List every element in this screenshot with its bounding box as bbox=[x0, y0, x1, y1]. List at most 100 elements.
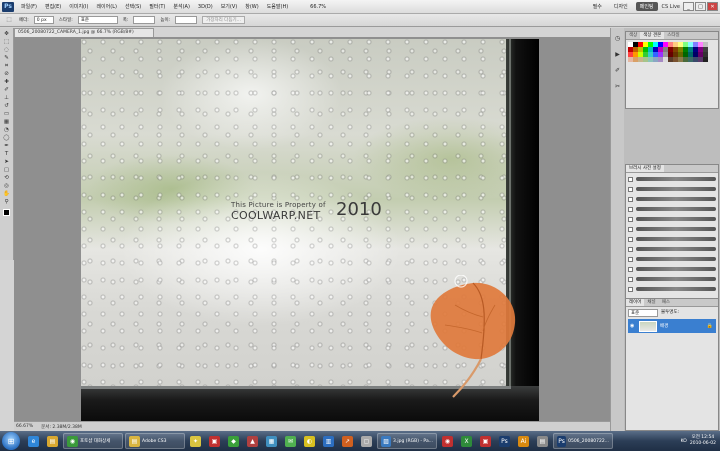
swatch-cell[interactable] bbox=[703, 57, 708, 62]
taskbar-item[interactable]: ▢ bbox=[358, 433, 375, 449]
taskbar-item[interactable]: Ps bbox=[496, 433, 513, 449]
brush-preset-row[interactable] bbox=[628, 206, 716, 212]
type-tool-icon[interactable]: T bbox=[2, 151, 12, 158]
taskbar-item[interactable]: ▤ bbox=[534, 433, 551, 449]
menu-3d[interactable]: 3D(D) bbox=[194, 4, 217, 10]
foreground-color-swatch[interactable] bbox=[3, 209, 10, 216]
path-select-tool-icon[interactable]: ➤ bbox=[2, 159, 12, 166]
taskbar-item[interactable]: ▣ bbox=[206, 433, 223, 449]
taskbar-item[interactable]: ▣ bbox=[477, 433, 494, 449]
language-indicator[interactable]: KO bbox=[681, 439, 687, 444]
marquee-tool-icon[interactable]: ⬚ bbox=[2, 39, 12, 46]
brush-preset-row[interactable] bbox=[628, 236, 716, 242]
hand-tool-icon[interactable]: ✋ bbox=[2, 191, 12, 198]
menu-help[interactable]: 도움말(H) bbox=[263, 3, 292, 10]
document-tab[interactable]: 0506_20080722_CAMERA_1.jpg @ 66.7% (RGB/… bbox=[14, 28, 154, 37]
brush-preset-row[interactable] bbox=[628, 226, 716, 232]
style-select[interactable]: 표준 bbox=[77, 16, 118, 24]
taskbar-item[interactable]: ↗ bbox=[339, 433, 356, 449]
taskbar-item[interactable]: ◉ 포토샵 대화상세 bbox=[63, 433, 123, 449]
dodge-tool-icon[interactable]: ◯ bbox=[2, 135, 12, 142]
image-canvas[interactable]: This Picture is Property of COOLWARP.NET… bbox=[81, 39, 539, 421]
tab-styles[interactable]: 스타일 bbox=[664, 32, 682, 39]
taskbar-item[interactable]: X bbox=[458, 433, 475, 449]
tab-color[interactable]: 색상 bbox=[626, 32, 640, 39]
close-button[interactable]: ✕ bbox=[707, 2, 718, 11]
move-tool-icon[interactable]: ✥ bbox=[2, 31, 12, 38]
zoom-dropdown[interactable]: 66.7% bbox=[306, 4, 330, 10]
tab-paths[interactable]: 패스 bbox=[659, 299, 673, 306]
brush-tool-icon[interactable]: ✐ bbox=[2, 87, 12, 94]
eye-icon[interactable]: ◉ bbox=[630, 323, 636, 329]
pen-tool-icon[interactable]: ✒ bbox=[2, 143, 12, 150]
3d-rotate-tool-icon[interactable]: ⟲ bbox=[2, 175, 12, 182]
menu-filter[interactable]: 필터(T) bbox=[145, 3, 169, 10]
brush-preset-row[interactable] bbox=[628, 176, 716, 182]
history-icon[interactable]: ◷ bbox=[613, 34, 622, 43]
menu-select[interactable]: 선택(S) bbox=[121, 3, 145, 10]
taskbar-item[interactable]: ✉ bbox=[282, 433, 299, 449]
taskbar-item[interactable]: ▥ bbox=[320, 433, 337, 449]
taskbar-item[interactable]: ▲ bbox=[244, 433, 261, 449]
height-input[interactable] bbox=[175, 16, 198, 24]
taskbar-item[interactable]: ◉ bbox=[439, 433, 456, 449]
taskbar-item[interactable]: ▨ 3.jpg (RGB) - Pa... bbox=[377, 433, 437, 449]
taskbar-item[interactable]: Ai bbox=[515, 433, 532, 449]
menu-analysis[interactable]: 분석(A) bbox=[169, 3, 194, 10]
minimize-button[interactable]: _ bbox=[683, 2, 694, 11]
workspace-painting[interactable]: 페인팅 bbox=[635, 2, 658, 11]
taskbar-item[interactable]: ▤ Adobe CS3 bbox=[125, 433, 185, 449]
shape-tool-icon[interactable]: ▢ bbox=[2, 167, 12, 174]
lasso-tool-icon[interactable]: ◌ bbox=[2, 47, 12, 54]
brush-preset-row[interactable] bbox=[628, 276, 716, 282]
actions-icon[interactable]: ▶ bbox=[613, 50, 622, 59]
cs-live-button[interactable]: CS Live bbox=[662, 4, 680, 10]
brush-preset-row[interactable] bbox=[628, 256, 716, 262]
feather-input[interactable]: 0 px bbox=[33, 16, 54, 24]
zoom-tool-icon[interactable]: ⚲ bbox=[2, 199, 12, 206]
tab-channels[interactable]: 채널 bbox=[644, 299, 658, 306]
brush-preset-row[interactable] bbox=[628, 216, 716, 222]
menu-edit[interactable]: 편집(E) bbox=[41, 3, 65, 10]
eyedropper-tool-icon[interactable]: ⊘ bbox=[2, 71, 12, 78]
brush-preset-row[interactable] bbox=[628, 266, 716, 272]
brush-preset-row[interactable] bbox=[628, 196, 716, 202]
menu-file[interactable]: 파일(F) bbox=[17, 3, 41, 10]
workspace-essentials[interactable]: 필수 bbox=[589, 2, 606, 11]
layer-row[interactable]: ◉ 배경 🔒 bbox=[628, 319, 716, 333]
workspace-design[interactable]: 디자인 bbox=[610, 2, 632, 11]
menu-window[interactable]: 창(W) bbox=[241, 3, 262, 10]
eraser-tool-icon[interactable]: ▭ bbox=[2, 111, 12, 118]
taskbar-item[interactable]: ▤ bbox=[44, 433, 61, 449]
taskbar-item[interactable]: ◆ bbox=[225, 433, 242, 449]
status-zoom[interactable]: 66.67% bbox=[16, 424, 33, 429]
brush-preset-row[interactable] bbox=[628, 246, 716, 252]
marquee-tool-icon[interactable]: ⬚ bbox=[4, 17, 14, 24]
history-brush-tool-icon[interactable]: ↺ bbox=[2, 103, 12, 110]
crop-tool-icon[interactable]: ⌗ bbox=[2, 63, 12, 70]
gradient-tool-icon[interactable]: ▦ bbox=[2, 119, 12, 126]
tool-presets-icon[interactable]: ✂ bbox=[613, 82, 622, 91]
tab-brush-presets[interactable]: 브러시 사전 설정 bbox=[626, 165, 664, 172]
clock[interactable]: 오전 12:54 2010-06-02 bbox=[690, 435, 716, 447]
3d-orbit-tool-icon[interactable]: ◎ bbox=[2, 183, 12, 190]
brush-icon[interactable]: ✐ bbox=[613, 66, 622, 75]
tab-swatches[interactable]: 색상 견본 bbox=[640, 32, 665, 39]
brush-preset-row[interactable] bbox=[628, 186, 716, 192]
width-input[interactable] bbox=[133, 16, 156, 24]
healing-brush-tool-icon[interactable]: ✚ bbox=[2, 79, 12, 86]
quick-select-tool-icon[interactable]: ✎ bbox=[2, 55, 12, 62]
blend-mode-select[interactable]: 표준 bbox=[628, 309, 658, 317]
taskbar-item[interactable]: ◐ bbox=[301, 433, 318, 449]
menu-view[interactable]: 보기(V) bbox=[217, 3, 242, 10]
maximize-button[interactable]: □ bbox=[695, 2, 706, 11]
taskbar-item[interactable]: ▦ bbox=[263, 433, 280, 449]
menu-layer[interactable]: 레이어(L) bbox=[92, 3, 121, 10]
clone-stamp-tool-icon[interactable]: ⊥ bbox=[2, 95, 12, 102]
taskbar-item[interactable]: e bbox=[25, 433, 42, 449]
taskbar-item[interactable]: Ps 0506_20080722... bbox=[553, 433, 613, 449]
refine-edge-button[interactable]: 가장자리 다듬기... bbox=[202, 16, 245, 24]
blur-tool-icon[interactable]: ◔ bbox=[2, 127, 12, 134]
start-button[interactable]: ⊞ bbox=[2, 432, 20, 450]
taskbar-item[interactable]: ✦ bbox=[187, 433, 204, 449]
